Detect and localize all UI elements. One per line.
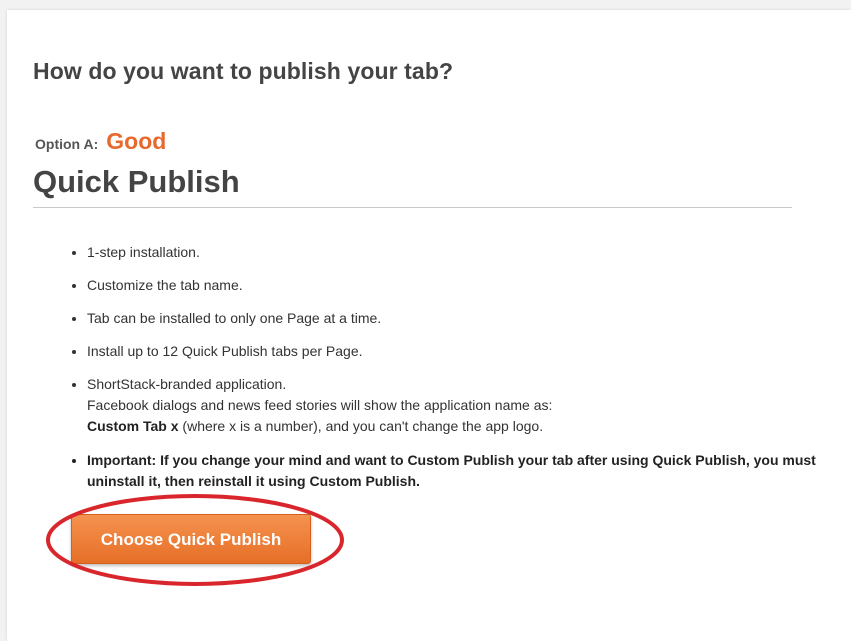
branding-line: ShortStack-branded application. (87, 376, 287, 392)
publish-options-panel: How do you want to publish your tab? Opt… (7, 10, 851, 641)
option-label: Option A: (35, 136, 99, 152)
feature-item: Customize the tab name. (87, 275, 827, 295)
page-heading: How do you want to publish your tab? (33, 58, 454, 84)
feature-item: Tab can be installed to only one Page at… (87, 308, 827, 328)
app-name-note: (where x is a number), and you can't cha… (178, 418, 544, 434)
feature-item-important: Important: If you change your mind and w… (87, 450, 827, 492)
option-rating: Good (106, 128, 167, 154)
option-header: Option A: Good (35, 128, 166, 158)
choose-quick-publish-button[interactable]: Choose Quick Publish (71, 514, 311, 564)
feature-item-branding: ShortStack-branded application. Facebook… (87, 374, 827, 437)
feature-list: 1-step installation. Customize the tab n… (67, 242, 827, 505)
feature-item: Install up to 12 Quick Publish tabs per … (87, 341, 827, 361)
feature-item: 1-step installation. (87, 242, 827, 262)
cta-container: Choose Quick Publish (71, 514, 311, 564)
app-name-example: Custom Tab x (87, 418, 179, 434)
branding-note: Facebook dialogs and news feed stories w… (87, 397, 553, 413)
option-title: Quick Publish (33, 164, 240, 199)
section-divider (33, 207, 792, 208)
